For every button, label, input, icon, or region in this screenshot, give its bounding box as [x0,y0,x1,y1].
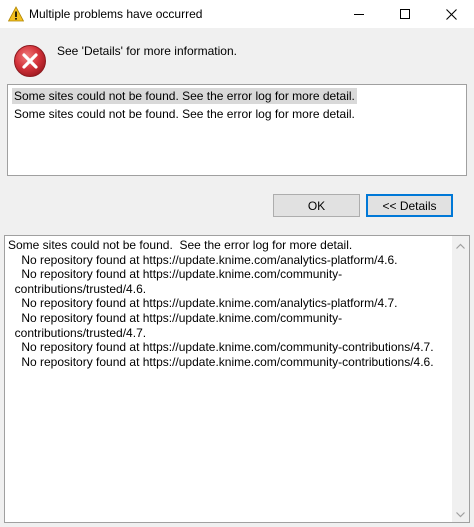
close-button[interactable] [428,0,474,28]
chevron-down-icon [456,507,465,521]
ok-button[interactable]: OK [273,194,360,217]
maximize-button[interactable] [382,0,428,28]
details-button[interactable]: << Details [366,194,453,217]
header-message: See 'Details' for more information. [57,44,237,58]
problems-dialog: Multiple problems have occurred See 'Det… [0,0,474,527]
warning-triangle-icon [7,6,25,22]
minimize-button[interactable] [336,0,382,28]
problems-list[interactable]: Some sites could not be found. See the e… [7,84,467,176]
error-circle-icon [13,44,47,78]
minimize-icon [354,9,364,19]
title-bar[interactable]: Multiple problems have occurred [0,0,474,28]
details-text-area[interactable]: Some sites could not be found. See the e… [4,235,470,523]
chevron-up-icon [456,238,465,252]
window-title: Multiple problems have occurred [29,7,203,21]
list-item[interactable]: Some sites could not be found. See the e… [12,88,357,104]
scroll-up-button[interactable] [452,236,469,253]
details-text: Some sites could not be found. See the e… [8,238,434,369]
scroll-down-button[interactable] [452,505,469,522]
close-icon [445,8,457,20]
details-scrollbar[interactable] [452,236,469,522]
list-item[interactable]: Some sites could not be found. See the e… [12,106,357,122]
maximize-icon [400,9,410,19]
